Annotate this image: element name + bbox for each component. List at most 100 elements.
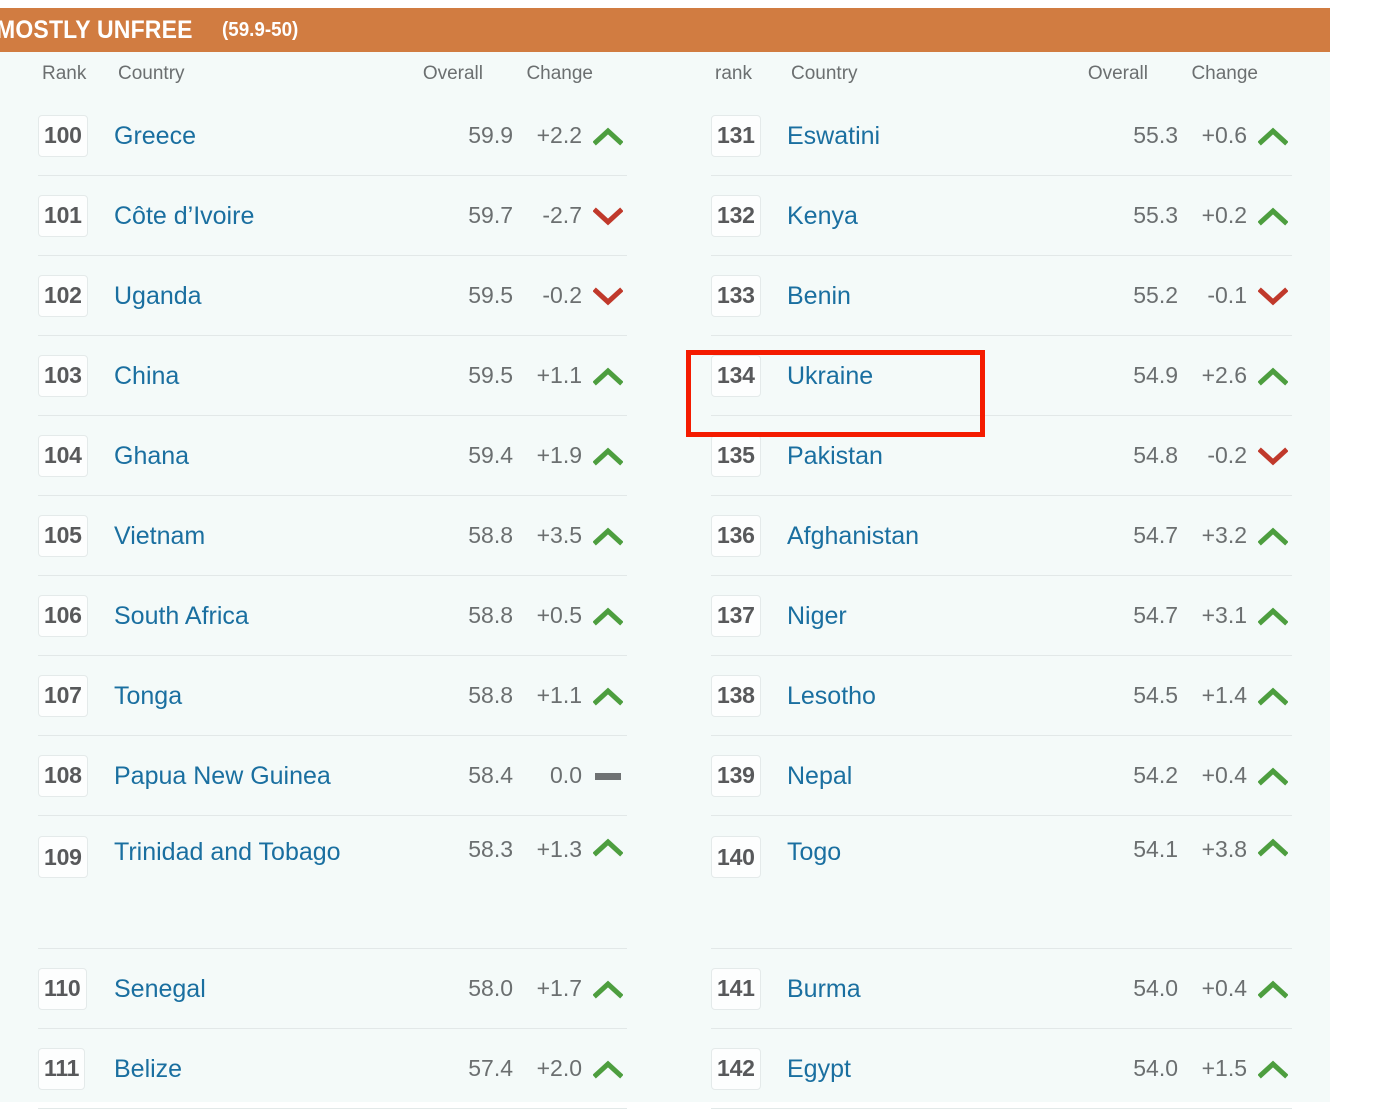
change-cell: +1.7 xyxy=(513,975,627,1002)
table-row[interactable]: 109 Trinidad and Tobago 58.3 +1.3 xyxy=(38,816,627,949)
table-row[interactable]: 140 Togo 54.1 +3.8 xyxy=(711,816,1292,949)
rank-cell: 103 xyxy=(38,354,100,397)
country-cell: Afghanistan xyxy=(773,520,1082,552)
chevron-up-icon xyxy=(1258,1058,1288,1080)
country-link[interactable]: Lesotho xyxy=(787,680,876,712)
table-row[interactable]: 131 Eswatini 55.3 +0.6 xyxy=(711,96,1292,176)
country-link[interactable]: Ukraine xyxy=(787,360,873,392)
country-cell: Nepal xyxy=(773,760,1082,792)
table-row[interactable]: 141 Burma 54.0 +0.4 xyxy=(711,949,1292,1029)
rank-badge: 103 xyxy=(38,354,88,397)
country-link[interactable]: Tonga xyxy=(114,680,182,712)
overall-score: 55.2 xyxy=(1133,282,1178,308)
country-link[interactable]: China xyxy=(114,360,179,392)
rank-badge: 105 xyxy=(38,514,88,557)
table-row[interactable]: 142 Egypt 54.0 +1.5 xyxy=(711,1029,1292,1109)
country-link[interactable]: Greece xyxy=(114,120,196,152)
change-value: +3.5 xyxy=(536,522,582,548)
country-cell: Vietnam xyxy=(100,520,417,552)
table-row[interactable]: 110 Senegal 58.0 +1.7 xyxy=(38,949,627,1029)
change-value: -2.7 xyxy=(542,202,582,228)
table-row[interactable]: 106 South Africa 58.8 +0.5 xyxy=(38,576,627,656)
overall-score: 54.1 xyxy=(1133,836,1178,862)
country-cell: Pakistan xyxy=(773,440,1082,472)
chevron-up-icon xyxy=(1258,685,1288,707)
country-link[interactable]: Senegal xyxy=(114,973,206,1005)
rank-cell: 133 xyxy=(711,274,773,317)
country-link[interactable]: Eswatini xyxy=(787,120,880,152)
ranking-column-right: rank Country Overall Change 131 Eswatini 55.3 +… xyxy=(665,52,1330,1109)
country-link[interactable]: Nepal xyxy=(787,760,852,792)
overall-score: 59.7 xyxy=(468,202,513,228)
change-value: 0.0 xyxy=(550,762,582,788)
country-link[interactable]: Burma xyxy=(787,973,861,1005)
change-cell: -2.7 xyxy=(513,202,627,229)
chevron-up-icon xyxy=(593,836,623,858)
country-link[interactable]: Papua New Guinea xyxy=(114,760,331,792)
rank-badge: 104 xyxy=(38,434,88,477)
country-cell: Belize xyxy=(100,1053,417,1085)
table-row[interactable]: 132 Kenya 55.3 +0.2 xyxy=(711,176,1292,256)
rank-cell: 137 xyxy=(711,594,773,637)
rank-cell: 100 xyxy=(38,114,100,157)
country-link[interactable]: Afghanistan xyxy=(787,520,919,552)
table-row[interactable]: 138 Lesotho 54.5 +1.4 xyxy=(711,656,1292,736)
change-cell: +1.1 xyxy=(513,362,627,389)
table-row[interactable]: 107 Tonga 58.8 +1.1 xyxy=(38,656,627,736)
table-row[interactable]: 103 China 59.5 +1.1 xyxy=(38,336,627,416)
country-link[interactable]: Egypt xyxy=(787,1053,851,1085)
table-row[interactable]: 100 Greece 59.9 +2.2 xyxy=(38,96,627,176)
chevron-up-icon xyxy=(593,365,623,387)
country-link[interactable]: Belize xyxy=(114,1053,182,1085)
chevron-down-icon xyxy=(1258,285,1288,307)
country-cell: Trinidad and Tobago xyxy=(100,836,417,868)
country-link[interactable]: Kenya xyxy=(787,200,858,232)
table-row[interactable]: 137 Niger 54.7 +3.1 xyxy=(711,576,1292,656)
overall-score: 59.5 xyxy=(468,362,513,388)
change-cell: +2.6 xyxy=(1178,362,1292,389)
table-row[interactable]: 136 Afghanistan 54.7 +3.2 xyxy=(711,496,1292,576)
overall-score: 59.5 xyxy=(468,282,513,308)
country-link[interactable]: Trinidad and Tobago xyxy=(114,836,341,868)
overall-score: 59.4 xyxy=(468,442,513,468)
table-row[interactable]: 101 Côte d’Ivoire 59.7 -2.7 xyxy=(38,176,627,256)
table-row[interactable]: 105 Vietnam 58.8 +3.5 xyxy=(38,496,627,576)
table-row[interactable]: 102 Uganda 59.5 -0.2 xyxy=(38,256,627,336)
country-link[interactable]: Uganda xyxy=(114,280,202,312)
country-link[interactable]: Vietnam xyxy=(114,520,205,552)
table-row[interactable]: 111 Belize 57.4 +2.0 xyxy=(38,1029,627,1109)
table-row[interactable]: 104 Ghana 59.4 +1.9 xyxy=(38,416,627,496)
change-value: +3.1 xyxy=(1201,602,1247,628)
table-row[interactable]: 139 Nepal 54.2 +0.4 xyxy=(711,736,1292,816)
country-link[interactable]: Pakistan xyxy=(787,440,883,472)
rank-badge: 111 xyxy=(38,1047,86,1090)
country-link[interactable]: Côte d’Ivoire xyxy=(114,200,254,232)
country-cell: Uganda xyxy=(100,280,417,312)
country-cell: Greece xyxy=(100,120,417,152)
overall-score: 54.0 xyxy=(1133,1055,1178,1081)
table-row[interactable]: 134 Ukraine 54.9 +2.6 xyxy=(711,336,1292,416)
overall-score: 55.3 xyxy=(1133,202,1178,228)
table-row[interactable]: 133 Benin 55.2 -0.1 xyxy=(711,256,1292,336)
change-value: +1.5 xyxy=(1201,1055,1247,1081)
change-cell: +0.4 xyxy=(1178,762,1292,789)
country-cell: Senegal xyxy=(100,973,417,1005)
change-cell: +1.5 xyxy=(1178,1055,1292,1082)
rank-badge: 110 xyxy=(38,967,87,1010)
table-row[interactable]: 108 Papua New Guinea 58.4 0.0 xyxy=(38,736,627,816)
chevron-down-icon xyxy=(593,285,623,307)
country-link[interactable]: South Africa xyxy=(114,600,249,632)
country-link[interactable]: Benin xyxy=(787,280,851,312)
change-cell: -0.1 xyxy=(1178,282,1292,309)
change-value: +0.2 xyxy=(1201,202,1247,228)
country-link[interactable]: Ghana xyxy=(114,440,189,472)
country-cell: Tonga xyxy=(100,680,417,712)
table-row[interactable]: 135 Pakistan 54.8 -0.2 xyxy=(711,416,1292,496)
country-link[interactable]: Togo xyxy=(787,836,841,868)
country-link[interactable]: Niger xyxy=(787,600,847,632)
change-cell: +1.9 xyxy=(513,442,627,469)
change-value: +2.6 xyxy=(1201,362,1247,388)
rank-cell: 136 xyxy=(711,514,773,557)
change-cell: +0.6 xyxy=(1178,122,1292,149)
column-header-rank: rank xyxy=(715,63,752,84)
